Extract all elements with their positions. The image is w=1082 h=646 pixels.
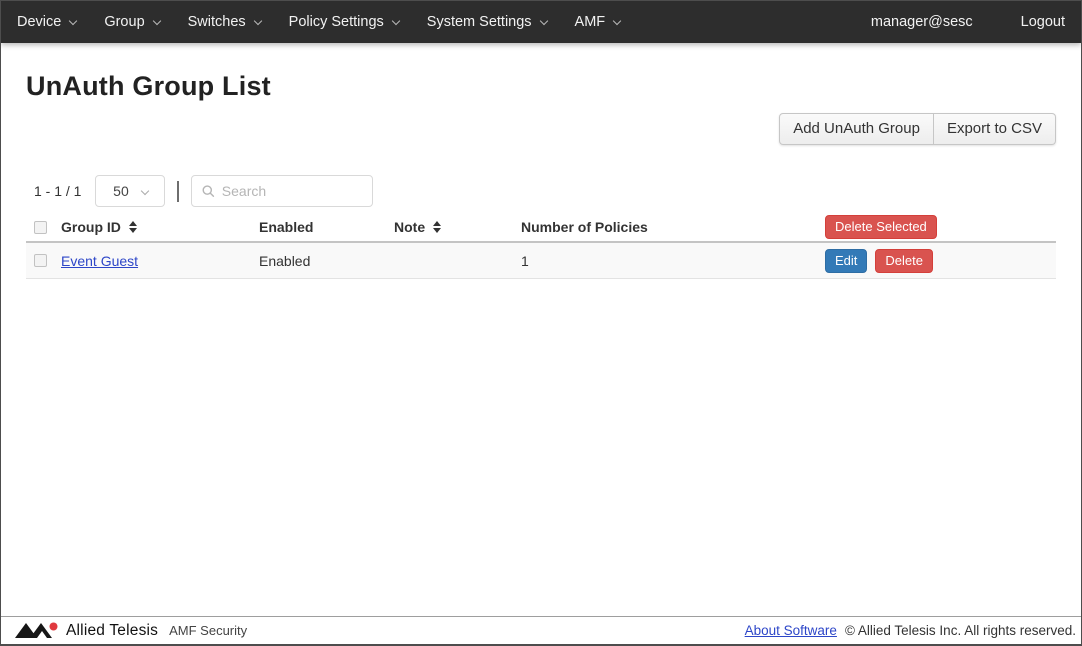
header-label: Note bbox=[394, 219, 425, 235]
product-name: AMF Security bbox=[169, 623, 247, 638]
nav-item-device[interactable]: Device bbox=[17, 14, 90, 30]
table-row: Event Guest Enabled 1 Edit Delete bbox=[26, 243, 1056, 279]
row-group-id-cell: Event Guest bbox=[61, 253, 259, 269]
add-unauth-group-button[interactable]: Add UnAuth Group bbox=[779, 113, 934, 145]
nav-item-label: Group bbox=[104, 14, 144, 30]
page-title: UnAuth Group List bbox=[26, 71, 1056, 102]
header-checkbox-cell bbox=[26, 221, 61, 234]
row-checkbox[interactable] bbox=[34, 254, 47, 267]
header-label: Number of Policies bbox=[521, 219, 648, 235]
header-enabled: Enabled bbox=[259, 219, 394, 235]
nav-item-switches[interactable]: Switches bbox=[174, 14, 275, 30]
nav-menu: Device Group Switches Policy Settings Sy… bbox=[17, 14, 634, 30]
nav-item-amf[interactable]: AMF bbox=[561, 14, 635, 30]
footer: Allied Telesis AMF Security About Softwa… bbox=[1, 616, 1081, 644]
brand-logo: Allied Telesis bbox=[15, 621, 158, 640]
page-size-select[interactable]: 50 bbox=[95, 175, 165, 207]
chevron-down-icon bbox=[253, 16, 261, 24]
chevron-down-icon bbox=[392, 16, 400, 24]
chevron-down-icon bbox=[69, 16, 77, 24]
chevron-down-icon bbox=[141, 186, 149, 194]
about-software-link[interactable]: About Software bbox=[745, 623, 837, 638]
separator bbox=[177, 181, 179, 202]
row-checkbox-cell bbox=[26, 254, 61, 267]
list-controls: 1 - 1 / 1 50 bbox=[26, 175, 1056, 207]
nav-item-label: AMF bbox=[575, 14, 606, 30]
search-input[interactable] bbox=[222, 183, 363, 199]
footer-right: About Software © Allied Telesis Inc. All… bbox=[745, 623, 1076, 638]
delete-selected-button[interactable]: Delete Selected bbox=[825, 215, 937, 239]
header-label: Enabled bbox=[259, 219, 313, 235]
chevron-down-icon bbox=[613, 16, 621, 24]
export-csv-button[interactable]: Export to CSV bbox=[934, 113, 1056, 145]
header-label: Group ID bbox=[61, 219, 121, 235]
select-all-checkbox[interactable] bbox=[34, 221, 47, 234]
nav-item-label: Policy Settings bbox=[289, 14, 384, 30]
sort-arrows-icon[interactable] bbox=[129, 221, 137, 233]
header-actions-cell: Delete Selected bbox=[825, 215, 1056, 239]
page-size-value: 50 bbox=[113, 183, 129, 199]
app-window: Device Group Switches Policy Settings Sy… bbox=[0, 0, 1082, 646]
logout-button[interactable]: Logout bbox=[1021, 14, 1065, 30]
nav-item-label: System Settings bbox=[427, 14, 532, 30]
pagination-range: 1 - 1 / 1 bbox=[34, 183, 81, 199]
header-group-id[interactable]: Group ID bbox=[61, 219, 259, 235]
nav-item-system-settings[interactable]: System Settings bbox=[413, 14, 561, 30]
table-header-row: Group ID Enabled Note Number of Policies… bbox=[26, 213, 1056, 243]
toolbar-button-group: Add UnAuth Group Export to CSV bbox=[779, 113, 1056, 145]
nav-item-label: Switches bbox=[188, 14, 246, 30]
nav-item-group[interactable]: Group bbox=[90, 14, 173, 30]
unauth-group-table: Group ID Enabled Note Number of Policies… bbox=[26, 213, 1056, 279]
delete-button[interactable]: Delete bbox=[875, 249, 933, 273]
user-account-label[interactable]: manager@sesc bbox=[871, 14, 973, 30]
allied-telesis-logo bbox=[15, 621, 59, 640]
magnifier-icon bbox=[202, 184, 214, 198]
row-enabled-cell: Enabled bbox=[259, 253, 394, 269]
nav-right: manager@sesc Logout bbox=[871, 14, 1065, 30]
nav-item-policy-settings[interactable]: Policy Settings bbox=[275, 14, 413, 30]
nav-item-label: Device bbox=[17, 14, 61, 30]
search-box[interactable] bbox=[191, 175, 373, 207]
sort-arrows-icon[interactable] bbox=[433, 221, 441, 233]
chevron-down-icon bbox=[152, 16, 160, 24]
toolbar: Add UnAuth Group Export to CSV bbox=[26, 113, 1056, 145]
header-note[interactable]: Note bbox=[394, 219, 521, 235]
main-content: UnAuth Group List Add UnAuth Group Expor… bbox=[1, 43, 1081, 616]
edit-button[interactable]: Edit bbox=[825, 249, 867, 273]
top-navbar: Device Group Switches Policy Settings Sy… bbox=[1, 1, 1081, 43]
header-number-of-policies: Number of Policies bbox=[521, 219, 825, 235]
group-id-link[interactable]: Event Guest bbox=[61, 253, 138, 269]
row-policies-cell: 1 bbox=[521, 253, 825, 269]
row-actions-cell: Edit Delete bbox=[825, 249, 1056, 273]
copyright-text: © Allied Telesis Inc. All rights reserve… bbox=[845, 623, 1076, 638]
chevron-down-icon bbox=[539, 16, 547, 24]
brand-name: Allied Telesis bbox=[66, 622, 158, 640]
